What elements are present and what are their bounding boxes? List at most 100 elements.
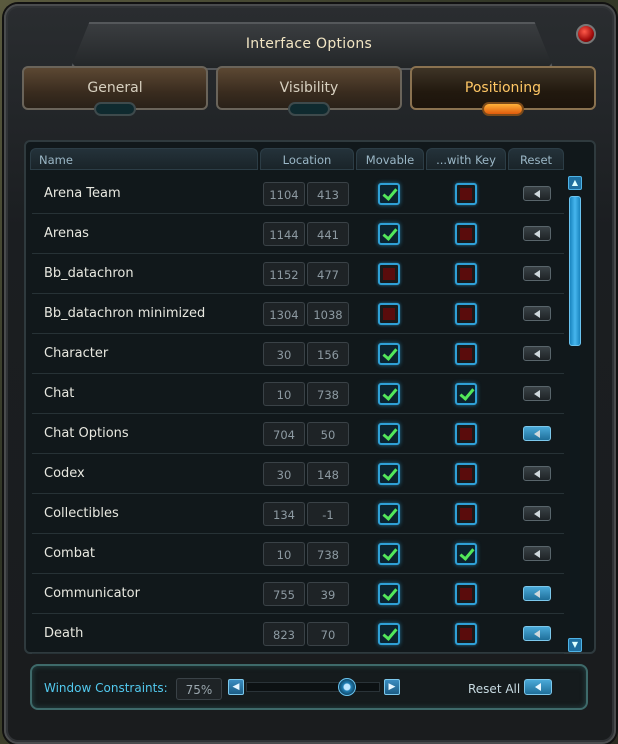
location-y-field[interactable]: 441 xyxy=(307,222,349,246)
constraints-slider-knob[interactable] xyxy=(337,678,356,696)
row-name: Chat xyxy=(44,386,75,401)
reset-row-button[interactable] xyxy=(523,306,551,321)
close-button[interactable] xyxy=(576,24,596,44)
movable-checkbox[interactable] xyxy=(378,423,400,445)
header-location[interactable]: Location xyxy=(260,148,354,170)
reset-row-button[interactable] xyxy=(523,586,551,601)
table-row: Death 823 70 xyxy=(32,614,564,654)
scroll-down-button[interactable]: ▼ xyxy=(568,638,582,652)
scroll-thumb[interactable] xyxy=(569,196,581,346)
reset-row-button[interactable] xyxy=(523,186,551,201)
table-row: Bb_datachron minimized 1304 1038 xyxy=(32,294,564,334)
location-x-field[interactable]: 10 xyxy=(263,382,305,406)
with-key-checkbox[interactable] xyxy=(455,263,477,285)
movable-checkbox[interactable] xyxy=(378,223,400,245)
reset-row-button[interactable] xyxy=(523,506,551,521)
reset-row-button[interactable] xyxy=(523,386,551,401)
with-key-checkbox[interactable] xyxy=(455,503,477,525)
header-movable[interactable]: Movable xyxy=(356,148,424,170)
reset-row-button[interactable] xyxy=(523,466,551,481)
with-key-checkbox[interactable] xyxy=(455,423,477,445)
movable-checkbox[interactable] xyxy=(378,383,400,405)
table-row: Combat 10 738 xyxy=(32,534,564,574)
location-y-field[interactable]: 1038 xyxy=(307,302,349,326)
with-key-checkbox[interactable] xyxy=(455,383,477,405)
with-key-checkbox[interactable] xyxy=(455,623,477,645)
with-key-checkbox[interactable] xyxy=(455,183,477,205)
table-row: Codex 30 148 xyxy=(32,454,564,494)
table-row: Bb_datachron 1152 477 xyxy=(32,254,564,294)
location-y-field[interactable]: 413 xyxy=(307,182,349,206)
movable-checkbox[interactable] xyxy=(378,303,400,325)
location-x-field[interactable]: 823 xyxy=(263,622,305,646)
location-y-field[interactable]: 70 xyxy=(307,622,349,646)
table-row: Character 30 156 xyxy=(32,334,564,374)
location-y-field[interactable]: 477 xyxy=(307,262,349,286)
movable-checkbox[interactable] xyxy=(378,343,400,365)
header-reset[interactable]: Reset xyxy=(508,148,564,170)
location-x-field[interactable]: 30 xyxy=(263,342,305,366)
location-y-field[interactable]: 148 xyxy=(307,462,349,486)
with-key-checkbox[interactable] xyxy=(455,343,477,365)
movable-checkbox[interactable] xyxy=(378,183,400,205)
movable-checkbox[interactable] xyxy=(378,503,400,525)
reset-row-button[interactable] xyxy=(523,546,551,561)
row-name: Combat xyxy=(44,546,96,561)
location-x-field[interactable]: 1304 xyxy=(263,302,305,326)
location-x-field[interactable]: 30 xyxy=(263,462,305,486)
movable-checkbox[interactable] xyxy=(378,583,400,605)
location-y-field[interactable]: 39 xyxy=(307,582,349,606)
reset-row-button[interactable] xyxy=(523,346,551,361)
reset-row-button[interactable] xyxy=(523,626,551,641)
location-y-field[interactable]: 738 xyxy=(307,542,349,566)
row-name: Codex xyxy=(44,466,85,481)
row-name: Communicator xyxy=(44,586,140,601)
with-key-checkbox[interactable] xyxy=(455,583,477,605)
constraints-increase-button[interactable]: ▶ xyxy=(384,679,400,695)
movable-checkbox[interactable] xyxy=(378,543,400,565)
reset-row-button[interactable] xyxy=(523,266,551,281)
table-row: Chat Options 704 50 xyxy=(32,414,564,454)
row-name: Bb_datachron xyxy=(44,266,134,281)
row-name: Arena Team xyxy=(44,186,121,201)
constraints-decrease-button[interactable]: ◀ xyxy=(228,679,244,695)
location-y-field[interactable]: 738 xyxy=(307,382,349,406)
location-x-field[interactable]: 1152 xyxy=(263,262,305,286)
table-row: Communicator 755 39 xyxy=(32,574,564,614)
movable-checkbox[interactable] xyxy=(378,463,400,485)
location-x-field[interactable]: 10 xyxy=(263,542,305,566)
table-row: Chat 10 738 xyxy=(32,374,564,414)
movable-checkbox[interactable] xyxy=(378,623,400,645)
location-y-field[interactable]: -1 xyxy=(307,502,349,526)
row-name: Arenas xyxy=(44,226,89,241)
window-constraints-value: 75% xyxy=(176,678,222,700)
location-x-field[interactable]: 1104 xyxy=(263,182,305,206)
row-name: Chat Options xyxy=(44,426,129,441)
with-key-checkbox[interactable] xyxy=(455,463,477,485)
reset-all-button[interactable] xyxy=(524,679,552,695)
with-key-checkbox[interactable] xyxy=(455,303,477,325)
tab-general-indicator xyxy=(94,102,136,116)
location-y-field[interactable]: 156 xyxy=(307,342,349,366)
window-title: Interface Options xyxy=(245,36,373,52)
header-name[interactable]: Name xyxy=(30,148,258,170)
reset-row-button[interactable] xyxy=(523,426,551,441)
reset-row-button[interactable] xyxy=(523,226,551,241)
location-x-field[interactable]: 1144 xyxy=(263,222,305,246)
window-constraints-label: Window Constraints: xyxy=(44,681,168,695)
scroll-up-button[interactable]: ▲ xyxy=(568,176,582,190)
location-x-field[interactable]: 134 xyxy=(263,502,305,526)
with-key-checkbox[interactable] xyxy=(455,223,477,245)
table-header: Name Location Movable ...with Key Reset xyxy=(30,148,566,170)
location-y-field[interactable]: 50 xyxy=(307,422,349,446)
location-x-field[interactable]: 704 xyxy=(263,422,305,446)
constraints-slider-track[interactable] xyxy=(246,682,380,692)
location-x-field[interactable]: 755 xyxy=(263,582,305,606)
movable-checkbox[interactable] xyxy=(378,263,400,285)
row-name: Bb_datachron minimized xyxy=(44,306,206,321)
header-with-key[interactable]: ...with Key xyxy=(426,148,506,170)
table-row: Collectibles 134 -1 xyxy=(32,494,564,534)
with-key-checkbox[interactable] xyxy=(455,543,477,565)
row-name: Character xyxy=(44,346,109,361)
scrollbar[interactable]: ▲ ▼ xyxy=(568,176,582,654)
